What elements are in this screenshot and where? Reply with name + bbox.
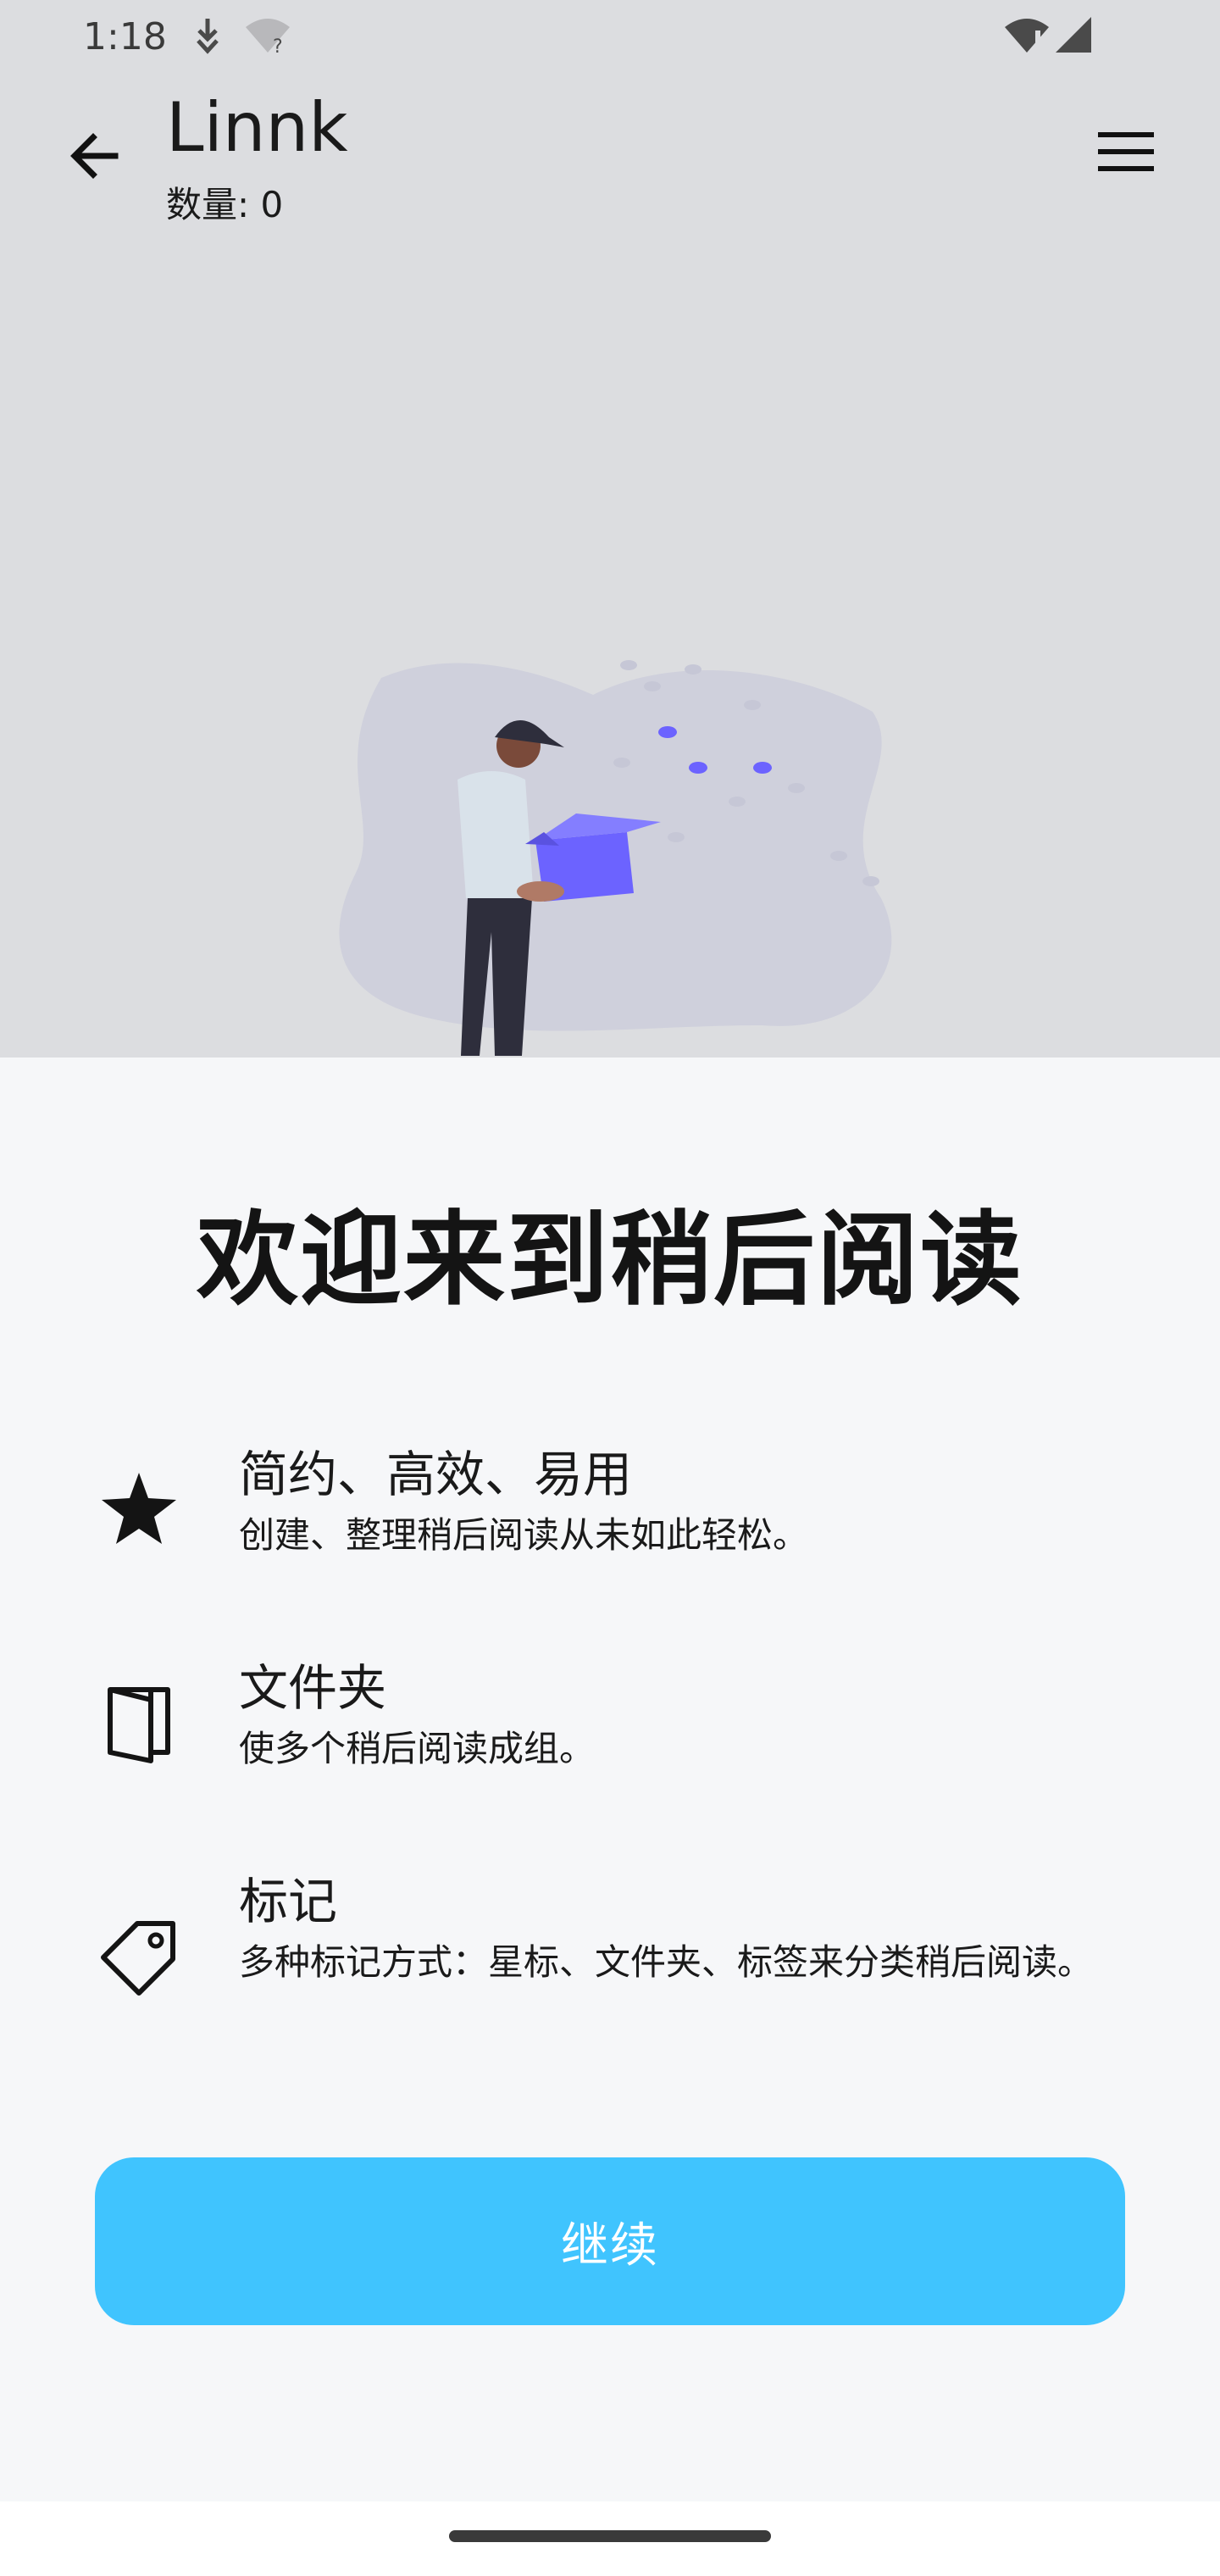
feature-title: 文件夹 [239,1659,387,1717]
continue-button[interactable]: 继续 [95,2157,1125,2325]
cell-signal-icon [1054,15,1093,59]
back-button[interactable] [59,122,130,193]
feature-description: 多种标记方式：星标、文件夹、标签来分类稍后阅读。 [239,1941,1094,1983]
welcome-title: 欢迎来到稍后阅读 [197,1202,1023,1319]
welcome-bottom-sheet: 欢迎来到稍后阅读 简约、高效、易用 创建、整理稍后阅读从未如此轻松。 文件夹 使… [0,1058,1220,2501]
app-bar: Linnk 数量: 0 [0,75,1220,244]
feature-description: 使多个稍后阅读成组。 [239,1728,596,1769]
delivery-illustration [322,644,915,1059]
arrow-back-icon [68,129,122,186]
feature-description: 创建、整理稍后阅读从未如此轻松。 [239,1514,809,1556]
app-title: Linnk [166,88,348,167]
wifi-question-icon: ? [244,15,291,59]
menu-button[interactable] [1088,115,1164,192]
star-icon [95,1464,183,1552]
status-bar: 1:18 ? [0,0,1220,75]
feature-title: 标记 [239,1873,338,1930]
wifi-alert-icon [1003,15,1051,59]
item-count-label: 数量: 0 [166,184,284,225]
app-backdrop: 1:18 ? Linnk 数量: 0 [0,0,1220,1058]
tag-icon [95,1915,183,2003]
hamburger-menu-icon [1098,130,1154,176]
folder-icon [95,1679,183,1768]
feature-title: 简约、高效、易用 [239,1446,633,1503]
svg-text:?: ? [273,36,283,56]
home-indicator[interactable] [449,2530,771,2542]
status-time: 1:18 [83,15,167,58]
gesture-nav-bar [0,2501,1220,2576]
download-icon [193,15,222,59]
